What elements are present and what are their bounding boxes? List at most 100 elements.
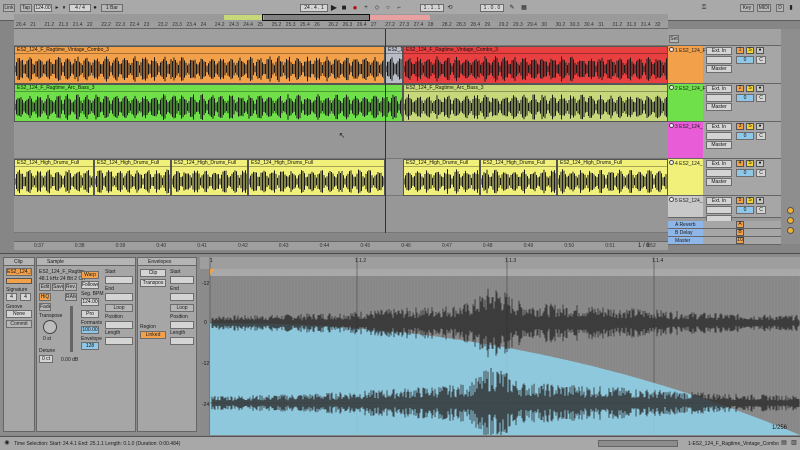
- groove-dropdown[interactable]: None: [6, 310, 32, 318]
- linked-button[interactable]: Linked: [140, 331, 166, 339]
- solo-button[interactable]: S: [746, 160, 754, 167]
- arm-button[interactable]: ●: [756, 160, 764, 167]
- solo-button[interactable]: S: [746, 47, 754, 54]
- fade-button[interactable]: Fade: [39, 303, 51, 311]
- track-title-bar[interactable]: 1 ES2_124_F: [668, 46, 706, 83]
- track-lane-2[interactable]: ES2_124_F_Ragtime_Arc_Bass_3 ES2_124_F_R…: [14, 84, 668, 122]
- input-channel-dropdown[interactable]: [706, 56, 732, 64]
- play-icon[interactable]: ▶: [330, 4, 338, 12]
- input-channel-dropdown[interactable]: [706, 169, 732, 177]
- overdub-icon[interactable]: +: [362, 4, 370, 12]
- track-lane-1[interactable]: ES2_124_F_Ragtime_Vintage_Combo_3 ES2_12…: [14, 46, 668, 84]
- master-knob-icon[interactable]: [787, 227, 794, 234]
- envelope-source-dropdown[interactable]: Clip: [140, 269, 166, 277]
- audio-clip[interactable]: ES2_124_F_Ragtime_Vintage_Combo_3: [14, 46, 385, 84]
- preview-knob-icon[interactable]: [787, 217, 794, 224]
- link-button[interactable]: Link: [3, 4, 15, 12]
- key-map-button[interactable]: Key: [740, 4, 754, 12]
- pan-field[interactable]: C: [756, 56, 766, 64]
- automation-arm-icon[interactable]: ◇: [373, 4, 381, 12]
- track-number-button[interactable]: 1: [736, 47, 744, 54]
- audio-clip-selected[interactable]: ES2_124: [385, 46, 403, 84]
- meter-field[interactable]: 4 / 4: [69, 4, 91, 12]
- solo-button[interactable]: S: [746, 85, 754, 92]
- arm-button[interactable]: ●: [756, 85, 764, 92]
- track-title-bar[interactable]: 4 ES2_124_: [668, 159, 703, 195]
- session-record-icon[interactable]: ○: [384, 4, 392, 12]
- track-activator-icon[interactable]: [669, 47, 674, 52]
- overview-viewport[interactable]: [262, 14, 370, 21]
- nudge-down-icon[interactable]: ⏸: [61, 4, 67, 12]
- key-map-icon[interactable]: ⚿: [700, 4, 708, 12]
- audio-clip[interactable]: ES2_124_High_Drums_Full: [480, 159, 557, 196]
- return-number-button[interactable]: 1/2: [736, 237, 744, 244]
- device-view-toggle-icon[interactable]: ▥: [790, 439, 798, 447]
- audio-clip[interactable]: ES2_124_High_Drums_Full: [94, 159, 171, 196]
- set-button[interactable]: Set: [669, 35, 679, 43]
- warp-button[interactable]: Warp: [81, 271, 99, 279]
- track-lane-3[interactable]: ↖: [14, 122, 668, 159]
- audio-clip[interactable]: ES2_124_F_Ragtime_Vintage_Combo_3: [403, 46, 668, 84]
- arrangement-view[interactable]: ES2_124_F_Ragtime_Vintage_Combo_3 ES2_12…: [14, 29, 668, 233]
- envelope-control-dropdown[interactable]: Transpos: [140, 279, 166, 287]
- stop-icon[interactable]: ■: [340, 4, 348, 12]
- env-loop-button[interactable]: Loop: [170, 304, 194, 312]
- loop-length-field[interactable]: 1 . 0 . 0: [480, 4, 504, 12]
- tap-button[interactable]: Tap: [20, 4, 32, 12]
- commit-button[interactable]: Commit: [6, 320, 32, 328]
- midi-map-button[interactable]: MIDI: [757, 4, 771, 12]
- return-title-bar[interactable]: A Reverb: [668, 221, 703, 228]
- pan-field[interactable]: C: [756, 94, 766, 102]
- tempo-field[interactable]: 124.00: [34, 4, 52, 12]
- clip-view-toggle-icon[interactable]: ▤: [780, 439, 788, 447]
- volume-field[interactable]: 0: [736, 206, 754, 214]
- output-dropdown[interactable]: Master: [706, 103, 732, 111]
- input-type-dropdown[interactable]: Ext. In: [706, 85, 732, 93]
- return-track-header[interactable]: A Reverb A: [668, 221, 781, 229]
- metronome-icon[interactable]: ▸: [54, 4, 60, 12]
- track-lane-5[interactable]: [14, 196, 668, 233]
- track-number-button[interactable]: 4: [736, 160, 744, 167]
- envelope-field[interactable]: 128: [81, 342, 99, 350]
- end-field[interactable]: [105, 293, 133, 301]
- track-header[interactable]: 1 ES2_124_F Ext. In Master 1 S ● 0 C: [668, 46, 781, 84]
- track-header[interactable]: 4 ES2_124_ Ext. In Master 4 S ● 0 C: [668, 159, 781, 196]
- audio-clip[interactable]: ES2_124_High_Drums_Full: [14, 159, 94, 196]
- return-track-header[interactable]: B Delay B: [668, 229, 781, 237]
- volume-field[interactable]: 0: [736, 169, 754, 177]
- reverse-button[interactable]: Rev.: [65, 283, 77, 291]
- volume-field[interactable]: 0: [736, 56, 754, 64]
- volume-field[interactable]: 0: [736, 94, 754, 102]
- time-ruler-bottom[interactable]: 1 / 8 0:37 0:38 0:39 0:40 0:41 0:42 0:43 0:44 0:…: [14, 241, 668, 250]
- input-type-dropdown[interactable]: Ext. In: [706, 123, 732, 131]
- cue-knob-icon[interactable]: [787, 207, 794, 214]
- return-track-header[interactable]: Master 1/2: [668, 237, 781, 245]
- env-start-field[interactable]: [170, 276, 194, 284]
- loop-switch-icon[interactable]: ⟲: [446, 4, 454, 12]
- env-position-field[interactable]: [170, 321, 194, 329]
- signature-denominator[interactable]: 4: [20, 293, 31, 301]
- track-number-button[interactable]: 2: [736, 85, 744, 92]
- computer-keyboard-icon[interactable]: ▦: [520, 4, 528, 12]
- track-activator-icon[interactable]: [669, 160, 674, 165]
- input-channel-dropdown[interactable]: [706, 132, 732, 140]
- track-header[interactable]: 3 ES2_124_ Ext. In Master 3 S ● 0 C: [668, 122, 781, 159]
- return-number-button[interactable]: B: [736, 229, 744, 236]
- gain-slider[interactable]: [70, 306, 73, 352]
- punch-in-icon[interactable]: ⌐: [395, 4, 403, 12]
- ram-button[interactable]: RAM: [65, 293, 77, 301]
- arm-button[interactable]: ●: [756, 47, 764, 54]
- track-title-bar[interactable]: 5 ES2_124_: [668, 196, 703, 217]
- track-number-button[interactable]: 3: [736, 123, 744, 130]
- seg-bpm-field[interactable]: 124.00: [81, 298, 99, 306]
- input-type-dropdown[interactable]: Ext. In: [706, 160, 732, 168]
- pan-field[interactable]: C: [756, 132, 766, 140]
- clip-color-swatch[interactable]: [6, 278, 32, 284]
- output-dropdown[interactable]: Master: [706, 178, 732, 186]
- input-type-dropdown[interactable]: Ext. In: [706, 47, 732, 55]
- save-button[interactable]: Save: [52, 283, 64, 291]
- metronome-toggle-icon[interactable]: ●: [92, 4, 98, 12]
- track-title-bar[interactable]: 2 ES2_124_F: [668, 84, 706, 121]
- track-lane-4[interactable]: ES2_124_High_Drums_Full ES2_124_High_Dru…: [14, 159, 668, 196]
- input-type-dropdown[interactable]: Ext. In: [706, 197, 732, 205]
